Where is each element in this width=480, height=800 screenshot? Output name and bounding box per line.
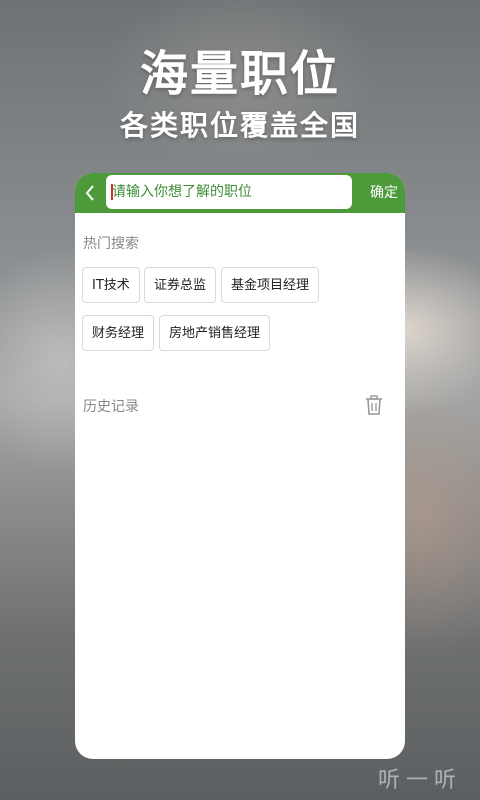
confirm-button[interactable]: 确定 (370, 173, 398, 213)
trash-icon (366, 395, 382, 415)
history-label: 历史记录 (83, 399, 139, 415)
search-bar: 确定 (75, 173, 405, 213)
clear-history-button[interactable] (365, 395, 383, 419)
watermark-logo: 听一听 (377, 768, 462, 793)
hero-title: 海量职位 (139, 46, 340, 102)
hero-subtitle: 各类职位覆盖全国 (119, 109, 360, 142)
text-cursor (111, 184, 113, 200)
hot-search-label: 热门搜索 (83, 236, 139, 252)
search-card: 确定 热门搜索 IT技术 证券总监 基金项目经理 财务经理 房地产销售经理 历史… (75, 173, 405, 759)
hot-search-tag[interactable]: 证券总监 (144, 267, 217, 303)
hot-search-tag[interactable]: 财务经理 (82, 315, 155, 351)
chevron-left-icon (85, 185, 94, 201)
search-input[interactable] (106, 175, 352, 209)
hot-search-tag[interactable]: 房地产销售经理 (159, 315, 271, 351)
hot-search-tag[interactable]: 基金项目经理 (221, 267, 320, 303)
back-button[interactable] (75, 173, 105, 213)
hot-search-tag[interactable]: IT技术 (82, 267, 140, 303)
